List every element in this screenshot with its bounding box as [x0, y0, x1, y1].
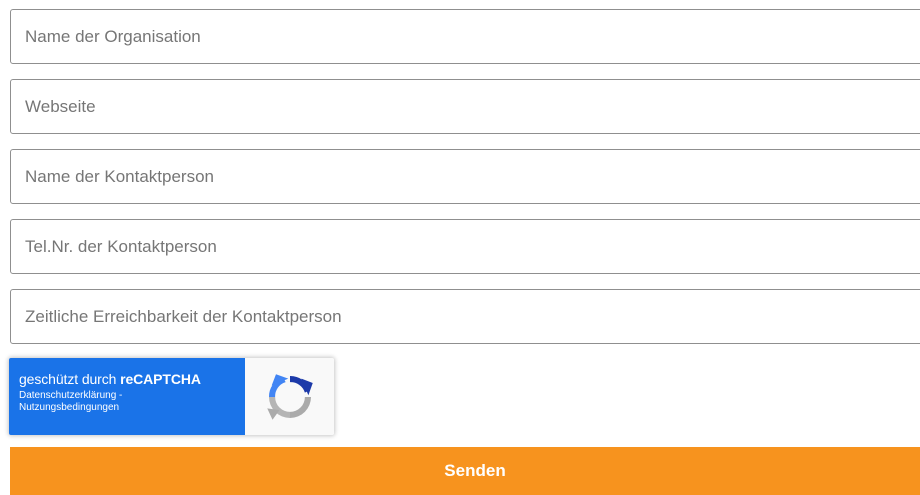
submit-button[interactable]: Senden	[10, 447, 920, 495]
recaptcha-links: Datenschutzerklärung - Nutzungsbedingung…	[19, 390, 245, 414]
contact-person-availability-input[interactable]	[10, 289, 920, 344]
recaptcha-badge: geschützt durch reCAPTCHA Datenschutzerk…	[9, 358, 334, 435]
recaptcha-logo-area	[245, 358, 334, 435]
recaptcha-title: geschützt durch reCAPTCHA	[19, 371, 245, 388]
recaptcha-title-prefix: geschützt durch	[19, 371, 121, 387]
recaptcha-link-separator: -	[116, 390, 123, 401]
website-input[interactable]	[10, 79, 920, 134]
contact-form: geschützt durch reCAPTCHA Datenschutzerk…	[0, 0, 920, 495]
privacy-policy-link[interactable]: Datenschutzerklärung	[19, 390, 116, 401]
contact-person-name-input[interactable]	[10, 149, 920, 204]
recaptcha-logo-icon	[266, 373, 313, 420]
contact-person-phone-input[interactable]	[10, 219, 920, 274]
recaptcha-title-brand: reCAPTCHA	[120, 371, 201, 387]
terms-of-service-link[interactable]: Nutzungsbedingungen	[19, 402, 119, 413]
recaptcha-text-panel: geschützt durch reCAPTCHA Datenschutzerk…	[9, 358, 245, 435]
organisation-name-input[interactable]	[10, 9, 920, 64]
